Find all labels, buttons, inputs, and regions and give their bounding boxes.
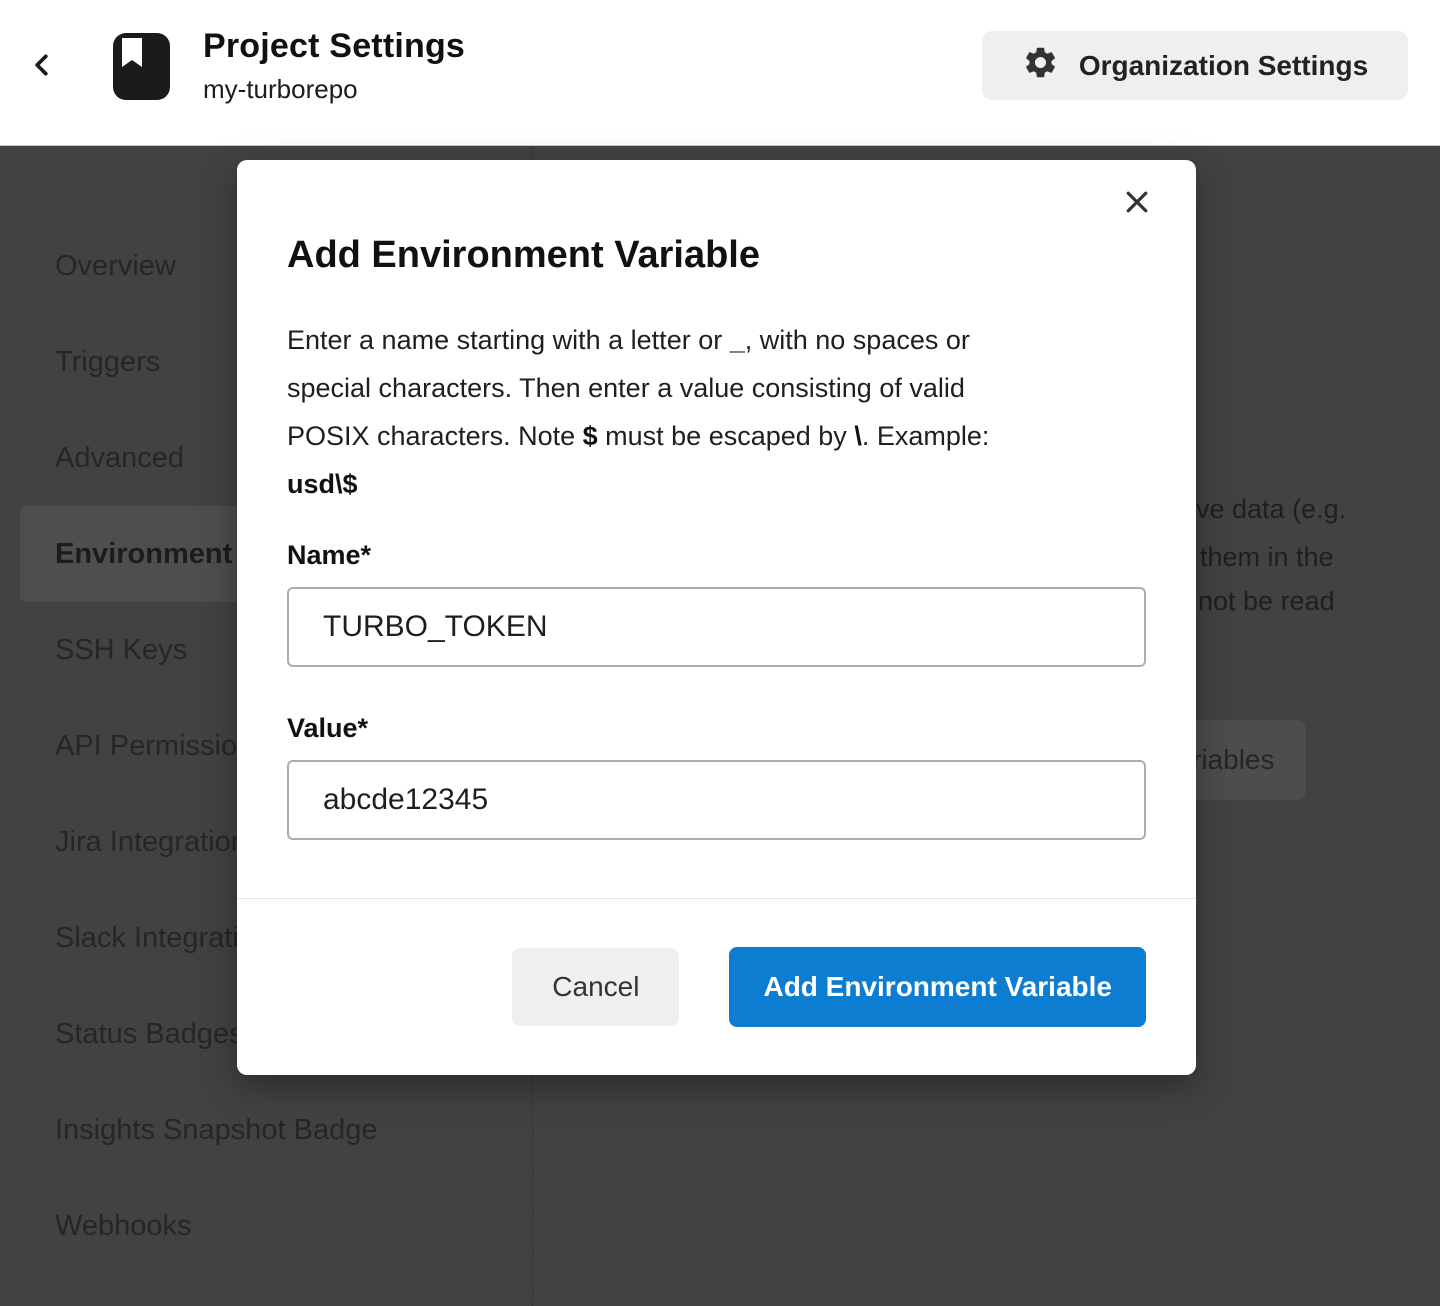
project-bookmark-icon <box>113 33 170 100</box>
page-header: Project Settings my-turborepo Organizati… <box>0 0 1440 146</box>
name-input[interactable] <box>287 587 1146 667</box>
name-field-label: Name* <box>287 538 1146 572</box>
page-title: Project Settings <box>203 27 465 66</box>
organization-settings-button[interactable]: Organization Settings <box>982 31 1408 100</box>
background-text-fragment: not be read <box>1198 588 1335 615</box>
dialog-title: Add Environment Variable <box>287 232 1146 278</box>
gear-icon <box>1022 44 1059 88</box>
sidebar-item-insights-snapshot-badge[interactable]: Insights Snapshot Badge <box>20 1082 512 1178</box>
value-field-label: Value* <box>287 711 1146 745</box>
organization-settings-label: Organization Settings <box>1079 50 1368 82</box>
close-button[interactable] <box>1116 182 1158 224</box>
chevron-left-icon <box>29 45 55 88</box>
project-name: my-turborepo <box>203 74 465 105</box>
dialog-description: Enter a name starting with a letter or _… <box>287 316 1146 508</box>
cancel-button[interactable]: Cancel <box>512 948 679 1026</box>
background-text-fragment: ve data (e.g. <box>1196 496 1346 523</box>
back-button[interactable] <box>22 42 62 90</box>
close-icon <box>1122 187 1152 220</box>
background-text-fragment: them in the <box>1200 544 1334 571</box>
bookmark-ribbon-icon <box>122 38 142 67</box>
background-button-fragment[interactable]: riables <box>1186 720 1306 800</box>
value-input[interactable] <box>287 760 1146 840</box>
dialog-footer: Cancel Add Environment Variable <box>237 898 1196 1075</box>
add-environment-variable-dialog: Add Environment Variable Enter a name st… <box>237 160 1196 1075</box>
add-environment-variable-button[interactable]: Add Environment Variable <box>729 947 1146 1027</box>
app-window: Project Settings my-turborepo Organizati… <box>0 0 1440 1306</box>
sidebar-item-webhooks[interactable]: Webhooks <box>20 1178 512 1274</box>
